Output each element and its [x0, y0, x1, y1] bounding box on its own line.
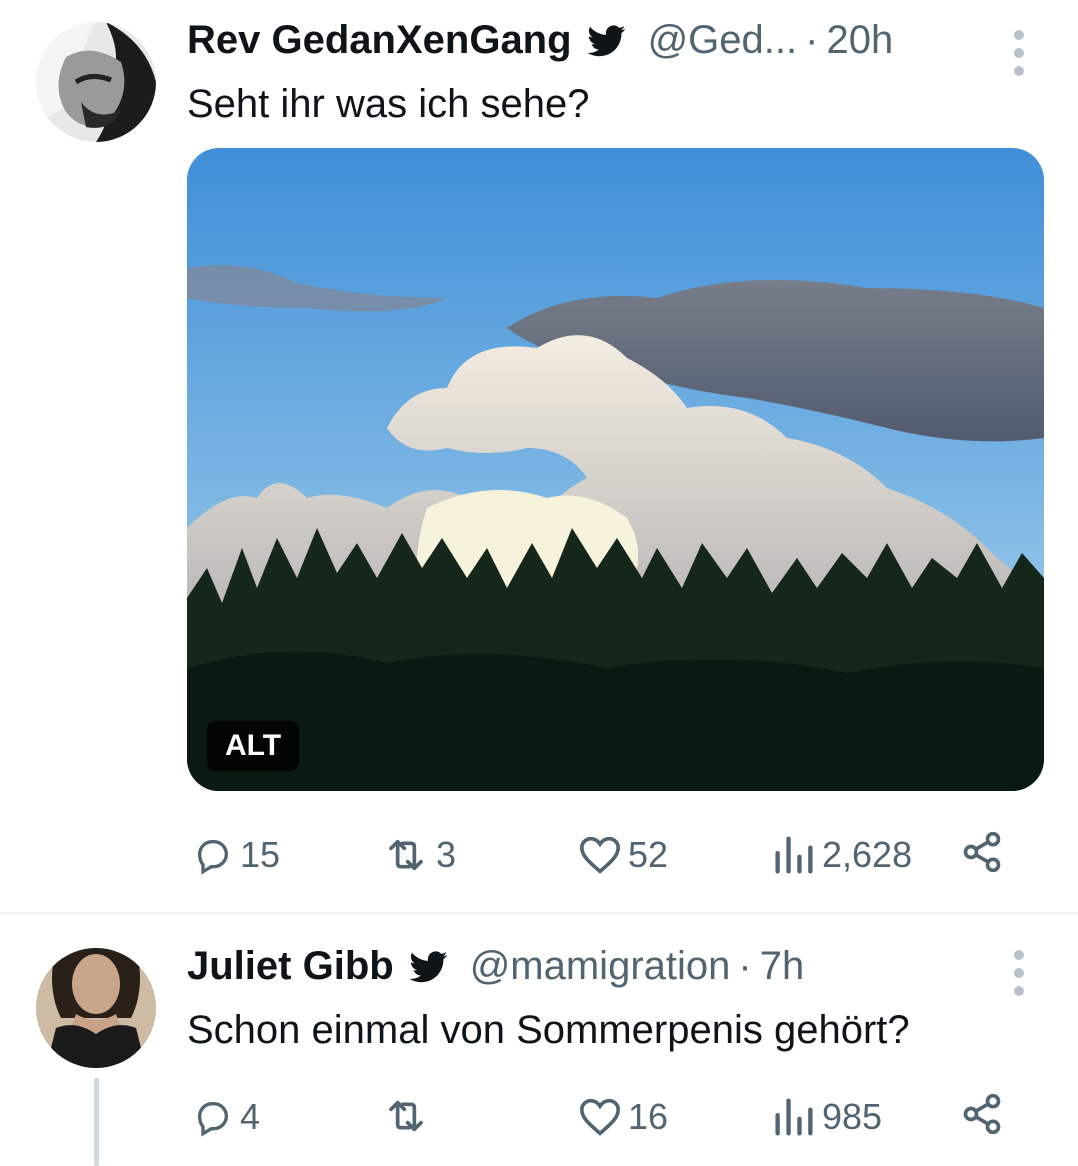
retweet-icon: [389, 1100, 423, 1132]
like-button[interactable]: 16: [578, 1096, 668, 1138]
reply-icon: [197, 840, 229, 875]
reply-count: 15: [240, 834, 281, 875]
tweet-header: Juliet Gibb @mamigration · 7h: [187, 944, 804, 989]
heart-icon: [579, 836, 621, 874]
reply-count: 4: [240, 1096, 261, 1137]
tweet-text: Seht ihr was ich sehe?: [187, 82, 590, 126]
retweet-count: 3: [436, 834, 457, 875]
reply-icon: [197, 1102, 229, 1137]
avatar[interactable]: [36, 948, 156, 1068]
like-button[interactable]: 52: [578, 834, 668, 876]
timestamp[interactable]: 20h: [826, 18, 893, 63]
twitter-bird-icon: [409, 950, 448, 982]
share-button[interactable]: [960, 1092, 1004, 1136]
retweet-button[interactable]: 3: [382, 834, 456, 876]
share-button[interactable]: [960, 830, 1004, 874]
thread-line: [94, 1078, 99, 1166]
tweet-header: Rev GedanXenGang @Ged... · 20h: [187, 18, 893, 63]
separator-dot: ·: [805, 18, 819, 62]
twitter-bird-icon: [587, 24, 625, 56]
handle[interactable]: @mamigration: [470, 944, 731, 989]
like-count: 52: [628, 834, 669, 875]
reply-button[interactable]: 4: [192, 1096, 260, 1138]
timestamp[interactable]: 7h: [760, 944, 805, 989]
more-vertical-icon[interactable]: [1012, 950, 1026, 996]
share-icon: [963, 831, 1001, 873]
views-button[interactable]: 2,628: [772, 834, 912, 876]
views-button[interactable]: 985: [772, 1096, 882, 1138]
tweet-text: Schon einmal von Sommerpenis gehört?: [187, 1008, 910, 1052]
views-icon: [775, 836, 813, 874]
tweet[interactable]: Juliet Gibb @mamigration · 7h Schon einm…: [0, 914, 1078, 1166]
heart-icon: [579, 1098, 621, 1136]
more-vertical-icon[interactable]: [1012, 30, 1026, 76]
views-count: 985: [822, 1096, 883, 1137]
views-count: 2,628: [822, 834, 913, 875]
share-icon: [963, 1093, 1001, 1135]
display-name[interactable]: Rev GedanXenGang: [187, 18, 572, 63]
views-icon: [775, 1098, 813, 1136]
separator-dot: ·: [738, 944, 752, 988]
display-name[interactable]: Juliet Gibb: [187, 944, 394, 989]
tweet-photo[interactable]: ALT: [187, 148, 1044, 791]
avatar[interactable]: [36, 22, 156, 142]
reply-button[interactable]: 15: [192, 834, 280, 876]
tweet[interactable]: Rev GedanXenGang @Ged... · 20h Seht ihr …: [0, 0, 1078, 912]
like-count: 16: [628, 1096, 669, 1137]
retweet-icon: [389, 839, 423, 871]
alt-badge[interactable]: ALT: [207, 721, 300, 771]
handle[interactable]: @Ged...: [648, 18, 798, 63]
retweet-button[interactable]: [382, 1096, 436, 1136]
